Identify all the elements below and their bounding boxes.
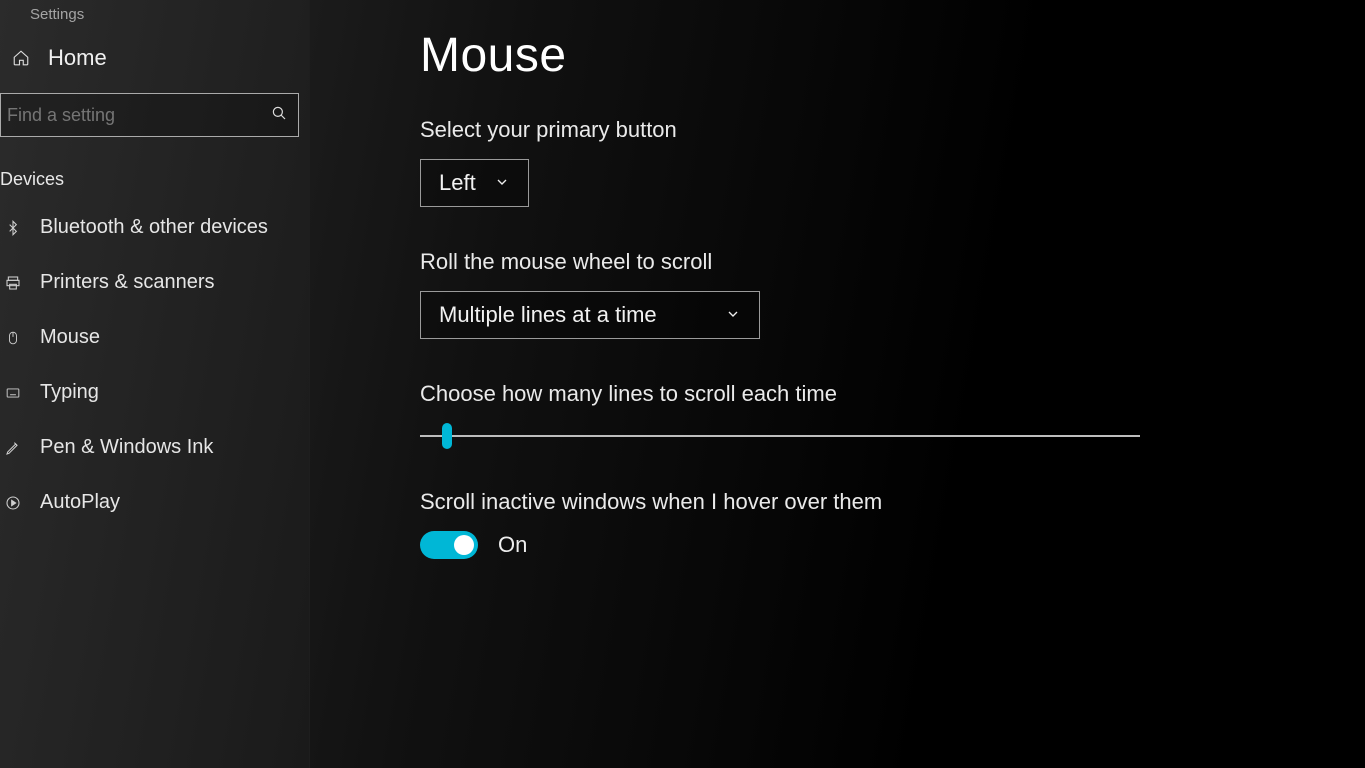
inactive-scroll-toggle-row: On [420,531,1305,559]
autoplay-icon [2,495,24,511]
app-title: Settings [0,6,309,31]
sidebar-category: Devices [0,151,309,200]
mouse-icon [2,329,24,347]
settings-window: Settings Home Devices Bluetooth & other … [0,0,1365,768]
sidebar-item-label: Typing [40,381,99,404]
keyboard-icon [2,386,24,400]
pen-icon [2,440,24,456]
primary-button-label: Select your primary button [420,117,1305,143]
bluetooth-icon [2,219,24,237]
toggle-state-label: On [498,532,527,558]
inactive-scroll-toggle[interactable] [420,531,478,559]
slider-thumb[interactable] [442,423,452,449]
sidebar-item-bluetooth[interactable]: Bluetooth & other devices [0,200,309,255]
sidebar-item-autoplay[interactable]: AutoPlay [0,475,309,530]
home-icon [10,49,32,67]
sidebar-item-printers[interactable]: Printers & scanners [0,255,309,310]
inactive-scroll-label: Scroll inactive windows when I hover ove… [420,489,1305,515]
sidebar: Settings Home Devices Bluetooth & other … [0,0,310,768]
chevron-down-icon [725,302,741,328]
sidebar-item-mouse[interactable]: Mouse [0,310,309,365]
primary-button-dropdown[interactable]: Left [420,159,529,207]
toggle-knob [454,535,474,555]
sidebar-item-label: Bluetooth & other devices [40,216,268,239]
printer-icon [2,275,24,291]
wheel-scroll-label: Roll the mouse wheel to scroll [420,249,1305,275]
search-icon [270,104,288,127]
home-label: Home [48,45,107,71]
sidebar-item-label: Pen & Windows Ink [40,436,213,459]
sidebar-item-pen[interactable]: Pen & Windows Ink [0,420,309,475]
dropdown-value: Left [439,170,476,196]
search-box[interactable] [0,93,299,137]
sidebar-item-typing[interactable]: Typing [0,365,309,420]
dropdown-value: Multiple lines at a time [439,302,657,328]
lines-slider[interactable] [420,423,1305,449]
sidebar-item-label: AutoPlay [40,491,120,514]
slider-track [420,435,1140,437]
lines-slider-label: Choose how many lines to scroll each tim… [420,381,1305,407]
sidebar-nav: Bluetooth & other devices Printers & sca… [0,200,309,530]
search-input[interactable] [7,105,270,126]
home-nav[interactable]: Home [0,31,309,85]
sidebar-item-label: Printers & scanners [40,271,215,294]
wheel-scroll-dropdown[interactable]: Multiple lines at a time [420,291,760,339]
main-panel: Mouse Select your primary button Left Ro… [310,0,1365,768]
chevron-down-icon [494,170,510,196]
page-title: Mouse [420,28,1305,83]
sidebar-item-label: Mouse [40,326,100,349]
